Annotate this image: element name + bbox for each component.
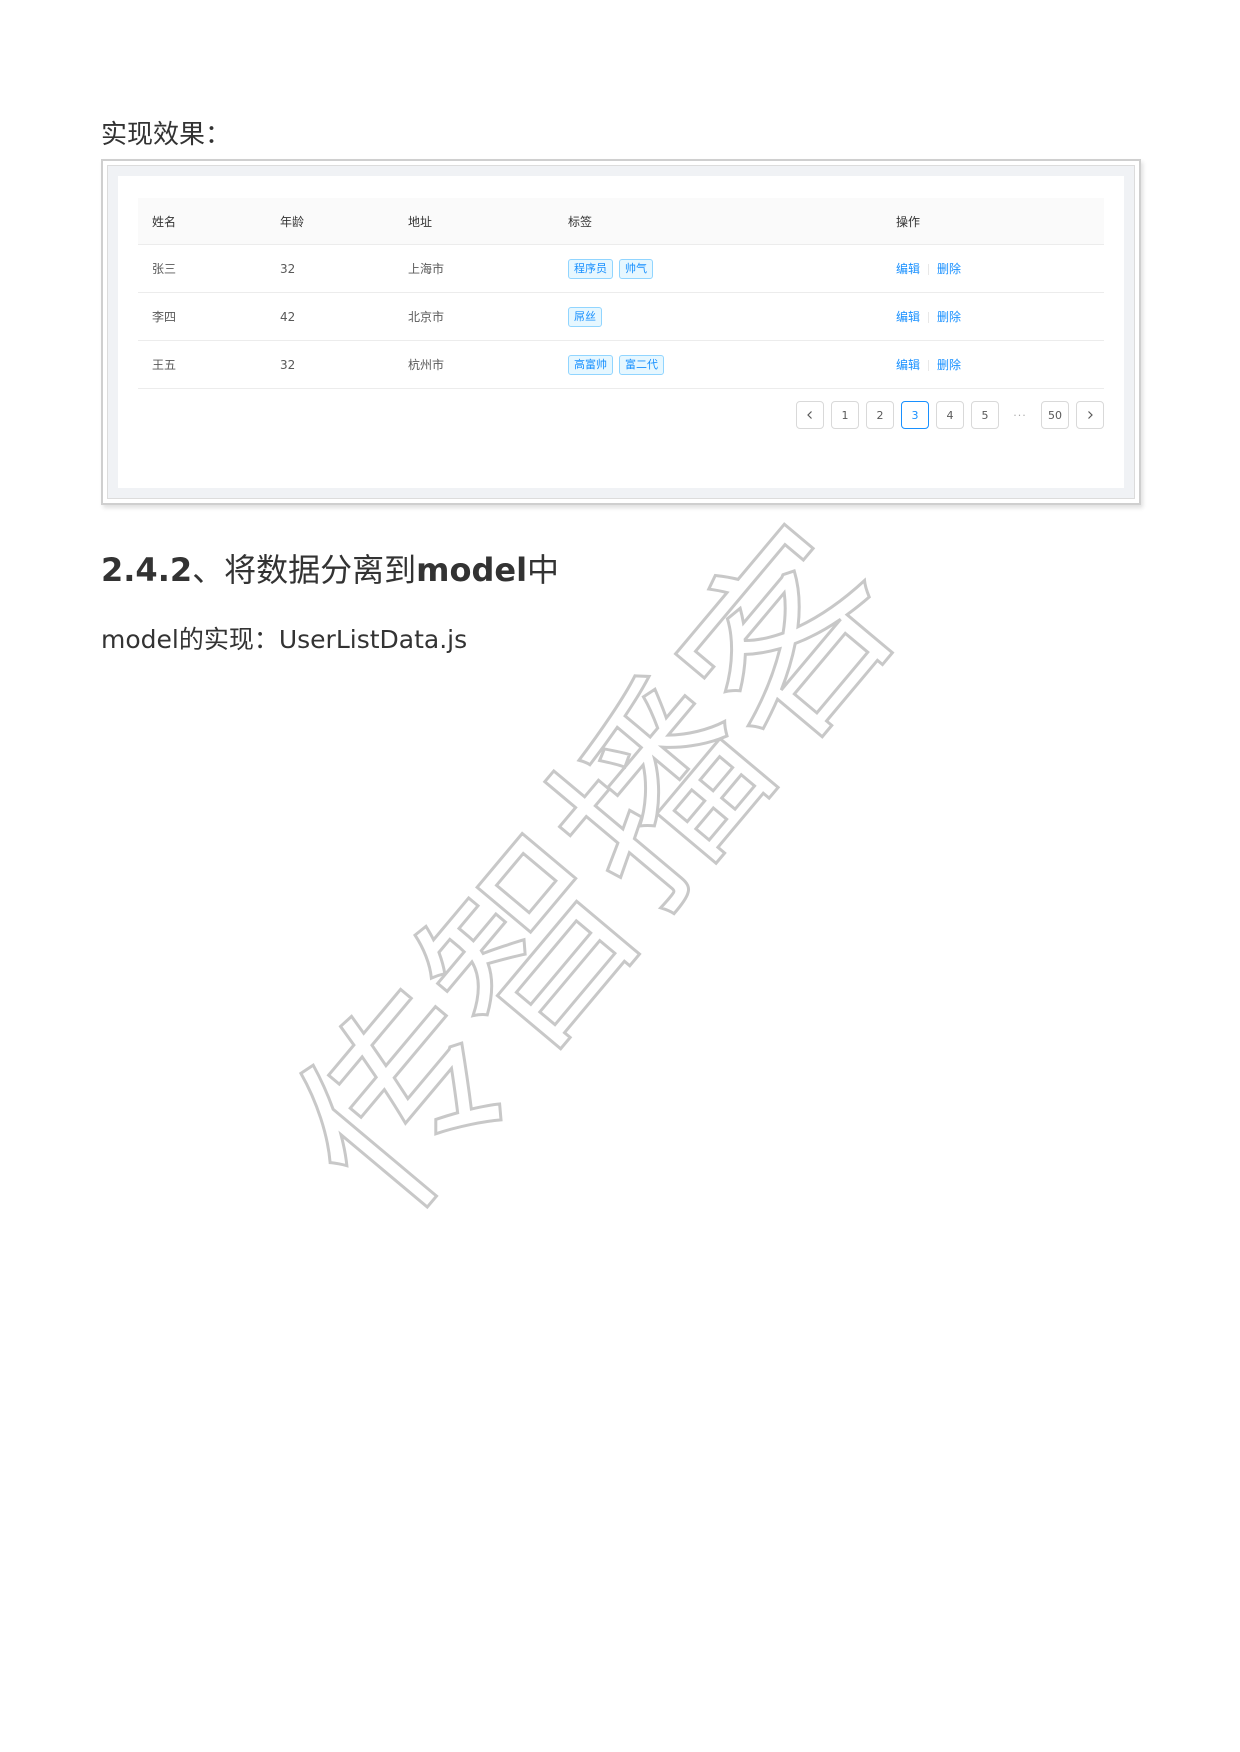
delete-link[interactable]: 删除 bbox=[937, 310, 961, 324]
table-row: 李四 42 北京市 屌丝 编辑 删除 bbox=[138, 292, 1104, 341]
tag: 富二代 bbox=[619, 354, 664, 375]
tag: 程序员 bbox=[568, 258, 613, 279]
chevron-right-icon bbox=[1088, 411, 1093, 419]
delete-link[interactable]: 删除 bbox=[937, 262, 961, 276]
tag: 高富帅 bbox=[568, 354, 613, 375]
table-row: 张三 32 上海市 程序员 帅气 编辑 删除 bbox=[138, 244, 1104, 293]
cell-address: 杭州市 bbox=[394, 340, 554, 389]
action-divider bbox=[928, 312, 930, 323]
column-header-name: 姓名 bbox=[138, 198, 266, 245]
cell-tags: 高富帅 富二代 bbox=[554, 340, 882, 389]
table-header-row: 姓名 年龄 地址 标签 操作 bbox=[138, 198, 1104, 245]
pagination-page-1[interactable]: 1 bbox=[831, 401, 859, 429]
column-header-action: 操作 bbox=[882, 198, 1104, 245]
intro-text: 实现效果： bbox=[101, 120, 232, 150]
cell-tags: 程序员 帅气 bbox=[554, 244, 882, 293]
cell-name: 王五 bbox=[138, 340, 266, 389]
column-header-address: 地址 bbox=[394, 198, 554, 245]
cell-age: 42 bbox=[266, 292, 394, 341]
cell-age: 32 bbox=[266, 244, 394, 293]
action-divider bbox=[928, 264, 930, 275]
section-heading-keyword: model bbox=[416, 551, 528, 589]
column-header-tags: 标签 bbox=[554, 198, 882, 245]
section-heading-suffix: 中 bbox=[527, 551, 560, 589]
cell-address: 北京市 bbox=[394, 292, 554, 341]
table-row: 王五 32 杭州市 高富帅 富二代 编辑 删除 bbox=[138, 340, 1104, 389]
cell-name: 张三 bbox=[138, 244, 266, 293]
pagination-ellipsis[interactable]: ··· bbox=[1006, 401, 1034, 429]
edit-link[interactable]: 编辑 bbox=[896, 358, 920, 372]
action-divider bbox=[928, 360, 930, 371]
user-table: 姓名 年龄 地址 标签 操作 张三 32 上海市 程序员 帅气 编辑 删除 李四… bbox=[138, 198, 1104, 389]
pagination-page-5[interactable]: 5 bbox=[971, 401, 999, 429]
pagination-page-2[interactable]: 2 bbox=[866, 401, 894, 429]
edit-link[interactable]: 编辑 bbox=[896, 262, 920, 276]
cell-action: 编辑 删除 bbox=[882, 340, 1104, 389]
cell-action: 编辑 删除 bbox=[882, 244, 1104, 293]
pagination-page-3-current[interactable]: 3 bbox=[901, 401, 929, 429]
pagination-next-button[interactable] bbox=[1076, 401, 1104, 429]
pagination-page-last[interactable]: 50 bbox=[1041, 401, 1069, 429]
screenshot-frame: 姓名 年龄 地址 标签 操作 张三 32 上海市 程序员 帅气 编辑 删除 李四… bbox=[101, 159, 1141, 505]
pagination-prev-button[interactable] bbox=[796, 401, 824, 429]
pagination: 1 2 3 4 5 ··· 50 bbox=[796, 401, 1104, 429]
section-heading-text: 、将数据分离到 bbox=[192, 551, 417, 589]
watermark-text: 传智播客 bbox=[253, 500, 946, 1252]
section-number: 2.4.2 bbox=[101, 551, 193, 589]
cell-age: 32 bbox=[266, 340, 394, 389]
cell-address: 上海市 bbox=[394, 244, 554, 293]
cell-name: 李四 bbox=[138, 292, 266, 341]
paragraph-model-implementation: model的实现：UserListData.js bbox=[101, 625, 468, 654]
cell-tags: 屌丝 bbox=[554, 292, 882, 341]
watermark: 传智播客 bbox=[252, 500, 948, 1254]
pagination-page-4[interactable]: 4 bbox=[936, 401, 964, 429]
edit-link[interactable]: 编辑 bbox=[896, 310, 920, 324]
delete-link[interactable]: 删除 bbox=[937, 358, 961, 372]
tag: 屌丝 bbox=[568, 306, 602, 327]
chevron-left-icon bbox=[807, 411, 812, 419]
screenshot-background: 姓名 年龄 地址 标签 操作 张三 32 上海市 程序员 帅气 编辑 删除 李四… bbox=[107, 165, 1135, 499]
cell-action: 编辑 删除 bbox=[882, 292, 1104, 341]
section-heading: 2.4.2、将数据分离到model中 bbox=[101, 548, 559, 592]
table-panel: 姓名 年龄 地址 标签 操作 张三 32 上海市 程序员 帅气 编辑 删除 李四… bbox=[118, 176, 1124, 488]
tag: 帅气 bbox=[619, 258, 653, 279]
column-header-age: 年龄 bbox=[266, 198, 394, 245]
